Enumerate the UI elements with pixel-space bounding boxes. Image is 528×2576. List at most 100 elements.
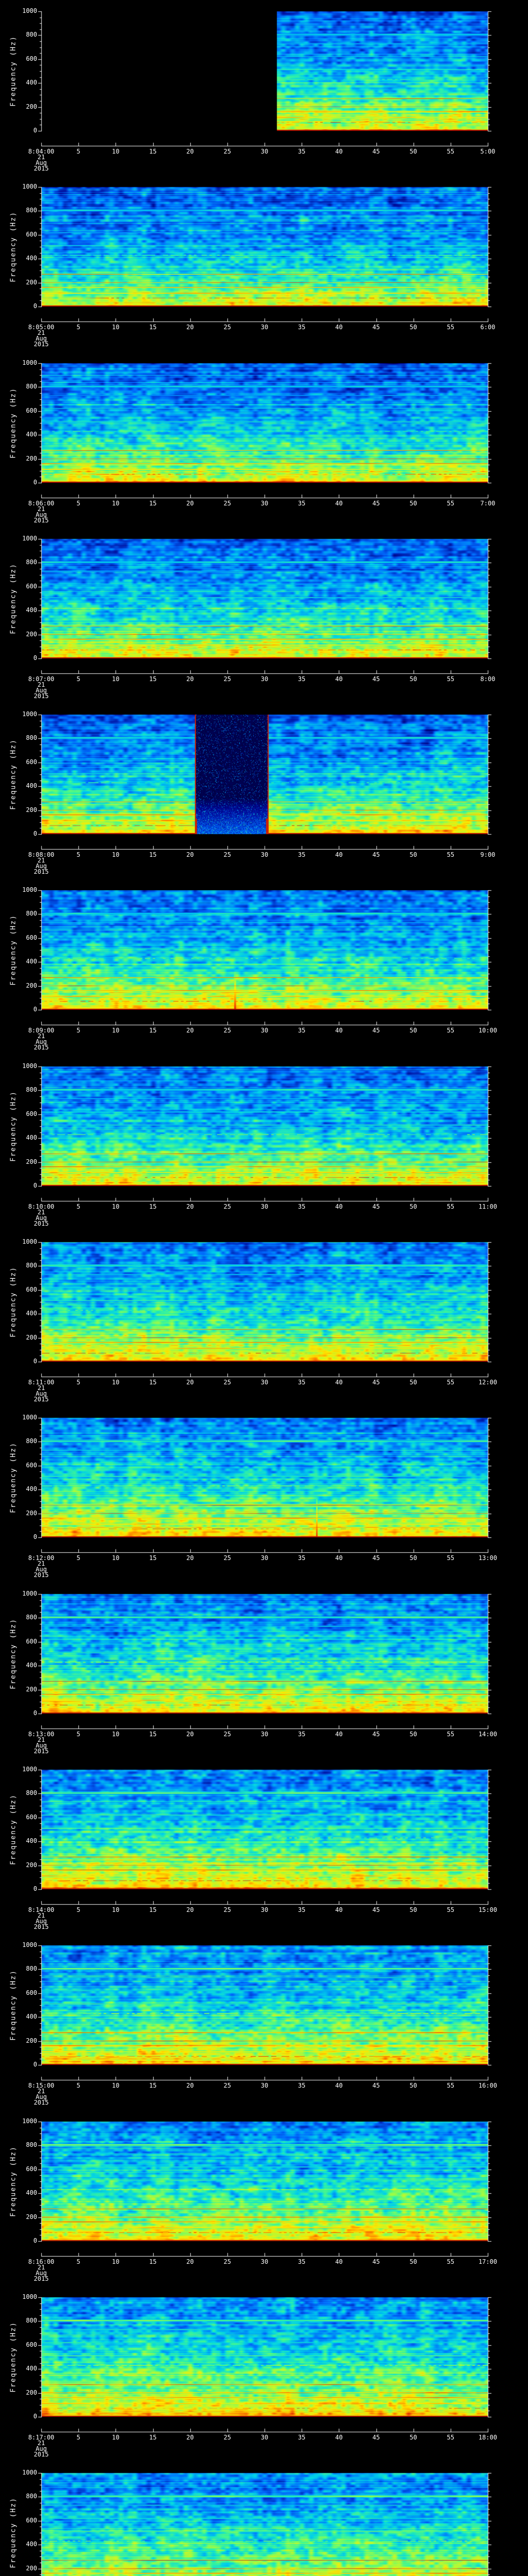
x-tick-label: 30: [260, 2434, 269, 2441]
x-tick-label: 40: [335, 2258, 343, 2265]
x-tick-label: 50: [409, 2434, 417, 2441]
x-tick-label: 5: [76, 675, 80, 683]
x-axis-end-time-label: 10:00: [478, 1027, 498, 1034]
spectrogram-panel-8-10-00: Frequency (Hz) 1000 800 600 400 200 0 5 10 15 20 25…: [0, 1055, 528, 1231]
y-tick-label: 1000: [22, 886, 37, 893]
x-tick-label: 40: [335, 148, 343, 155]
y-tick-label: 1000: [22, 2469, 37, 2476]
y-tick-label: 600: [26, 758, 37, 766]
x-tick-label: 25: [223, 1379, 232, 1386]
x-tick-label: 10: [112, 675, 120, 683]
x-tick-label: 30: [260, 1027, 269, 1034]
spectrogram-panel-8-11-00: Frequency (Hz) 1000 800 600 400 200 0 5 10 15 20 25…: [0, 1231, 528, 1406]
y-tick-label: 400: [26, 782, 37, 790]
x-tick-label: 30: [260, 500, 269, 507]
spectrogram-panel-8-16-00: Frequency (Hz) 1000 800 600 400 200 0 5 10 15 20 25…: [0, 2110, 528, 2286]
x-tick-label: 45: [372, 2082, 380, 2089]
x-tick-label: 45: [372, 1906, 380, 1913]
x-tick-label: 45: [372, 851, 380, 858]
x-axis-date-line: 2015: [34, 692, 49, 700]
x-axis-date-line: 2015: [34, 1748, 49, 1755]
x-tick-label: 5: [76, 1554, 80, 1562]
x-axis-date-line: 2015: [34, 1923, 49, 1930]
x-tick-label: 45: [372, 1379, 380, 1386]
x-tick-label: 5: [76, 1203, 80, 1210]
x-tick-label: 5: [76, 1379, 80, 1386]
x-tick-label: 45: [372, 324, 380, 331]
spectrogram-panel-8-07-00: Frequency (Hz) 1000 800 600 400 200 0 5 10 15 20 25…: [0, 528, 528, 703]
y-tick-label: 600: [26, 1813, 37, 1821]
y-tick-label: 800: [26, 383, 37, 391]
x-tick-label: 40: [335, 2082, 343, 2089]
x-tick-label: 20: [186, 675, 194, 683]
x-tick-label: 40: [335, 1203, 343, 1210]
x-tick-label: 10: [112, 1554, 120, 1562]
y-tick-label: 400: [26, 1310, 37, 1317]
x-tick-label: 10: [112, 1203, 120, 1210]
y-tick-label: 800: [26, 1789, 37, 1797]
x-tick-label: 40: [335, 500, 343, 507]
x-axis-date-line: 2015: [34, 1044, 49, 1051]
x-tick-label: 15: [149, 500, 157, 507]
y-axis-label: Frequency (Hz): [9, 1442, 18, 1513]
x-tick-label: 20: [186, 1027, 194, 1034]
y-tick-label: 200: [26, 103, 37, 110]
x-tick-label: 30: [260, 1731, 269, 1738]
x-tick-label: 50: [409, 1379, 417, 1386]
x-tick-label: 40: [335, 1554, 343, 1562]
y-tick-label: 1000: [22, 2117, 37, 2125]
x-tick-label: 20: [186, 1906, 194, 1913]
x-tick-label: 50: [409, 1731, 417, 1738]
y-axis-label: Frequency (Hz): [9, 914, 18, 986]
y-tick-label: 400: [26, 2540, 37, 2548]
y-tick-label: 800: [26, 1086, 37, 1094]
y-tick-label: 200: [26, 1861, 37, 1869]
y-tick-label: 600: [26, 1637, 37, 1645]
x-tick-label: 20: [186, 148, 194, 155]
x-tick-label: 35: [298, 1027, 306, 1034]
y-tick-label: 200: [26, 981, 37, 989]
x-tick-label: 35: [298, 1379, 306, 1386]
x-tick-label: 55: [447, 675, 455, 683]
x-tick-label: 30: [260, 1554, 269, 1562]
x-axis-end-time-label: 13:00: [478, 1554, 498, 1562]
x-tick-label: 10: [112, 851, 120, 858]
x-tick-label: 30: [260, 1379, 269, 1386]
y-tick-label: 400: [26, 2013, 37, 2021]
x-tick-label: 55: [447, 2258, 455, 2265]
y-tick-label: 400: [26, 1837, 37, 1845]
y-tick-label: 1000: [22, 1766, 37, 1773]
x-tick-label: 5: [76, 324, 80, 331]
y-tick-label: 1000: [22, 535, 37, 542]
x-tick-label: 45: [372, 1731, 380, 1738]
x-tick-label: 40: [335, 1027, 343, 1034]
spectrogram-panel-8-06-00: Frequency (Hz) 1000 800 600 400 200 0 5 10 15 20 25…: [0, 352, 528, 528]
x-tick-label: 15: [149, 2434, 157, 2441]
x-tick-label: 25: [223, 1027, 232, 1034]
x-tick-label: 25: [223, 324, 232, 331]
x-tick-label: 40: [335, 675, 343, 683]
x-tick-label: 5: [76, 2258, 80, 2265]
x-axis-date-line: 2015: [34, 517, 49, 524]
x-tick-label: 50: [409, 1906, 417, 1913]
spectrogram-panel-8-17-00: Frequency (Hz) 1000 800 600 400 200 0 5 10 15 20 25…: [0, 2286, 528, 2462]
x-tick-label: 35: [298, 1731, 306, 1738]
y-tick-label: 600: [26, 2341, 37, 2348]
y-tick-label: 200: [26, 2564, 37, 2572]
y-tick-label: 0: [33, 1358, 37, 1365]
spectrogram-panel-8-15-00: Frequency (Hz) 1000 800 600 400 200 0 5 10 15 20 25…: [0, 1934, 528, 2110]
x-tick-label: 20: [186, 2082, 194, 2089]
y-tick-label: 800: [26, 207, 37, 214]
y-tick-label: 1000: [22, 183, 37, 190]
x-tick-label: 15: [149, 675, 157, 683]
y-tick-label: 800: [26, 2141, 37, 2149]
y-tick-label: 0: [33, 479, 37, 486]
x-tick-label: 5: [76, 1731, 80, 1738]
x-tick-label: 35: [298, 500, 306, 507]
x-tick-label: 40: [335, 851, 343, 858]
x-tick-label: 15: [149, 1379, 157, 1386]
x-tick-label: 20: [186, 2258, 194, 2265]
y-tick-label: 0: [33, 1182, 37, 1189]
x-tick-label: 30: [260, 851, 269, 858]
y-tick-label: 400: [26, 1662, 37, 1669]
